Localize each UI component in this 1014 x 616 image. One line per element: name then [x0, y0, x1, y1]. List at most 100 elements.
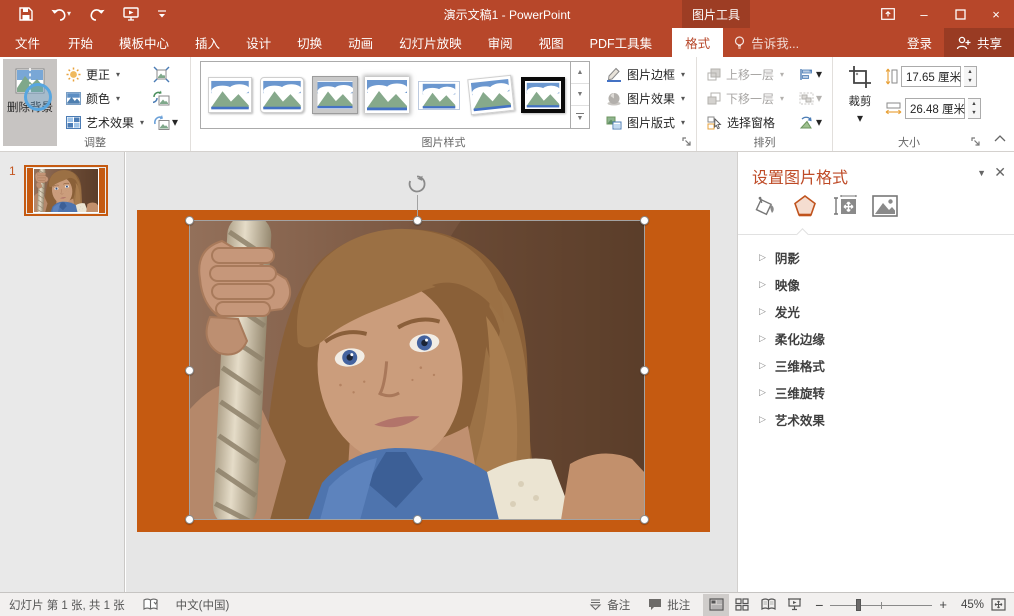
ribbon-display-options-button[interactable]: [870, 0, 906, 28]
tab-picture[interactable]: [872, 192, 898, 220]
picture-border-button[interactable]: 图片边框 ▾: [603, 63, 688, 86]
picture-style-option[interactable]: [468, 65, 513, 125]
section-glow[interactable]: ▷发光: [738, 298, 1014, 325]
girl-with-rope-picture[interactable]: [190, 221, 645, 520]
gallery-scroll-down-button[interactable]: ▼: [571, 84, 589, 106]
section-artistic-effects[interactable]: ▷艺术效果: [738, 406, 1014, 433]
zoom-percentage[interactable]: 45%: [954, 599, 984, 611]
minimize-button[interactable]: –: [906, 0, 942, 28]
corrections-button[interactable]: 更正 ▾: [63, 63, 147, 86]
picture-effects-button[interactable]: 图片效果 ▾: [603, 87, 688, 110]
pane-tabs: [752, 192, 898, 220]
reset-picture-button[interactable]: ▾: [151, 111, 180, 133]
tell-me-box[interactable]: 告诉我...: [723, 28, 810, 57]
compress-pictures-button[interactable]: [151, 63, 180, 85]
picture-style-option[interactable]: [260, 65, 305, 125]
picture-border-icon: [606, 67, 622, 82]
spin-up-icon[interactable]: ▲: [964, 67, 976, 77]
tab-transitions[interactable]: 切换: [284, 28, 335, 57]
comments-button[interactable]: 批注: [639, 593, 699, 616]
picture-style-option[interactable]: [208, 65, 253, 125]
spin-down-icon[interactable]: ▼: [964, 77, 976, 87]
slide[interactable]: [137, 210, 710, 532]
tab-design[interactable]: 设计: [233, 28, 284, 57]
slide-sorter-view-button[interactable]: [729, 594, 755, 616]
undo-dropdown-icon: ▾: [67, 10, 71, 18]
picture-style-option[interactable]: [365, 65, 410, 125]
zoom-in-button[interactable]: +: [939, 597, 947, 612]
pane-close-button[interactable]: ✕: [994, 164, 1006, 181]
picture-style-option[interactable]: [416, 65, 461, 125]
picture-layout-button[interactable]: 图片版式 ▾: [603, 111, 688, 134]
slide-thumbnail[interactable]: [24, 165, 108, 216]
selection-pane-button[interactable]: 选择窗格: [704, 111, 787, 134]
normal-view-button[interactable]: [703, 594, 729, 616]
close-button[interactable]: ×: [978, 0, 1014, 28]
section-3d-rotation[interactable]: ▷三维旋转: [738, 379, 1014, 406]
tab-size-and-properties[interactable]: [832, 192, 858, 220]
customize-qat-button[interactable]: [148, 0, 176, 28]
picture-style-option[interactable]: [312, 65, 358, 125]
artistic-effects-button[interactable]: 艺术效果 ▾: [63, 111, 147, 134]
tab-animations[interactable]: 动画: [335, 28, 386, 57]
tab-slideshow[interactable]: 幻灯片放映: [386, 28, 475, 57]
bring-forward-button[interactable]: 上移一层 ▾: [704, 63, 787, 86]
group-label-adjust: 调整: [0, 134, 190, 150]
tab-pdf-tools[interactable]: PDF工具集: [577, 28, 666, 57]
tab-file[interactable]: 文件: [0, 28, 55, 57]
tab-home[interactable]: 开始: [55, 28, 106, 57]
shape-width-spinner[interactable]: ▲▼: [968, 98, 981, 119]
tab-insert[interactable]: 插入: [182, 28, 233, 57]
tab-view[interactable]: 视图: [526, 28, 577, 57]
slideshow-view-button[interactable]: [781, 594, 807, 616]
section-soft-edges[interactable]: ▷柔化边缘: [738, 325, 1014, 352]
notes-button[interactable]: 备注: [580, 593, 639, 616]
align-button[interactable]: ▾: [797, 63, 824, 85]
rotate-handle[interactable]: [407, 174, 427, 197]
chevron-down-icon: ▾: [816, 91, 822, 105]
pane-options-button[interactable]: ▼: [977, 168, 986, 178]
color-button[interactable]: 颜色 ▾: [63, 87, 147, 110]
rotate-button[interactable]: ▾: [797, 111, 824, 133]
group-button[interactable]: ▾: [797, 87, 824, 109]
reading-view-button[interactable]: [755, 594, 781, 616]
zoom-slider[interactable]: [830, 598, 932, 612]
crop-label: 裁剪: [849, 93, 872, 109]
spin-up-icon[interactable]: ▲: [968, 99, 980, 109]
slide-counter[interactable]: 幻灯片 第 1 张, 共 1 张: [0, 593, 134, 616]
change-picture-button[interactable]: [151, 87, 180, 109]
share-button[interactable]: 共享: [944, 28, 1014, 57]
crop-button[interactable]: 裁剪 ▾: [839, 59, 881, 146]
undo-button[interactable]: ▾: [42, 0, 80, 28]
shape-width-input[interactable]: 26.48 厘米: [905, 98, 965, 119]
language-button[interactable]: 中文(中国): [167, 593, 239, 616]
save-button[interactable]: [10, 0, 42, 28]
picture-style-option[interactable]: [520, 65, 565, 125]
touch-indicator: [24, 83, 52, 111]
send-backward-button[interactable]: 下移一层 ▾: [704, 87, 787, 110]
shape-height-input[interactable]: 17.65 厘米: [901, 66, 961, 87]
section-reflection[interactable]: ▷映像: [738, 271, 1014, 298]
fit-slide-to-window-button[interactable]: [991, 598, 1006, 611]
sign-in-button[interactable]: 登录: [895, 28, 944, 57]
start-from-beginning-button[interactable]: [114, 0, 148, 28]
gallery-scroll-up-button[interactable]: ▲: [571, 62, 589, 84]
tab-format[interactable]: 格式: [672, 28, 723, 57]
zoom-slider-thumb[interactable]: [856, 599, 861, 611]
view-switcher: [703, 593, 807, 616]
picture-layout-label: 图片版式: [627, 114, 675, 131]
tab-review[interactable]: 审阅: [475, 28, 526, 57]
section-3d-format[interactable]: ▷三维格式: [738, 352, 1014, 379]
redo-button[interactable]: [80, 0, 114, 28]
zoom-out-button[interactable]: −: [815, 597, 823, 613]
tab-fill-and-line[interactable]: [752, 192, 778, 220]
collapse-ribbon-button[interactable]: [994, 131, 1006, 145]
proofing-button[interactable]: [134, 593, 167, 616]
shape-height-spinner[interactable]: ▲▼: [964, 66, 977, 87]
tab-effects[interactable]: [792, 192, 818, 220]
gallery-more-button[interactable]: ▼: [571, 106, 589, 128]
spin-down-icon[interactable]: ▼: [968, 109, 980, 119]
tab-template-center[interactable]: 模板中心: [106, 28, 182, 57]
section-shadow[interactable]: ▷阴影: [738, 244, 1014, 271]
maximize-button[interactable]: [942, 0, 978, 28]
